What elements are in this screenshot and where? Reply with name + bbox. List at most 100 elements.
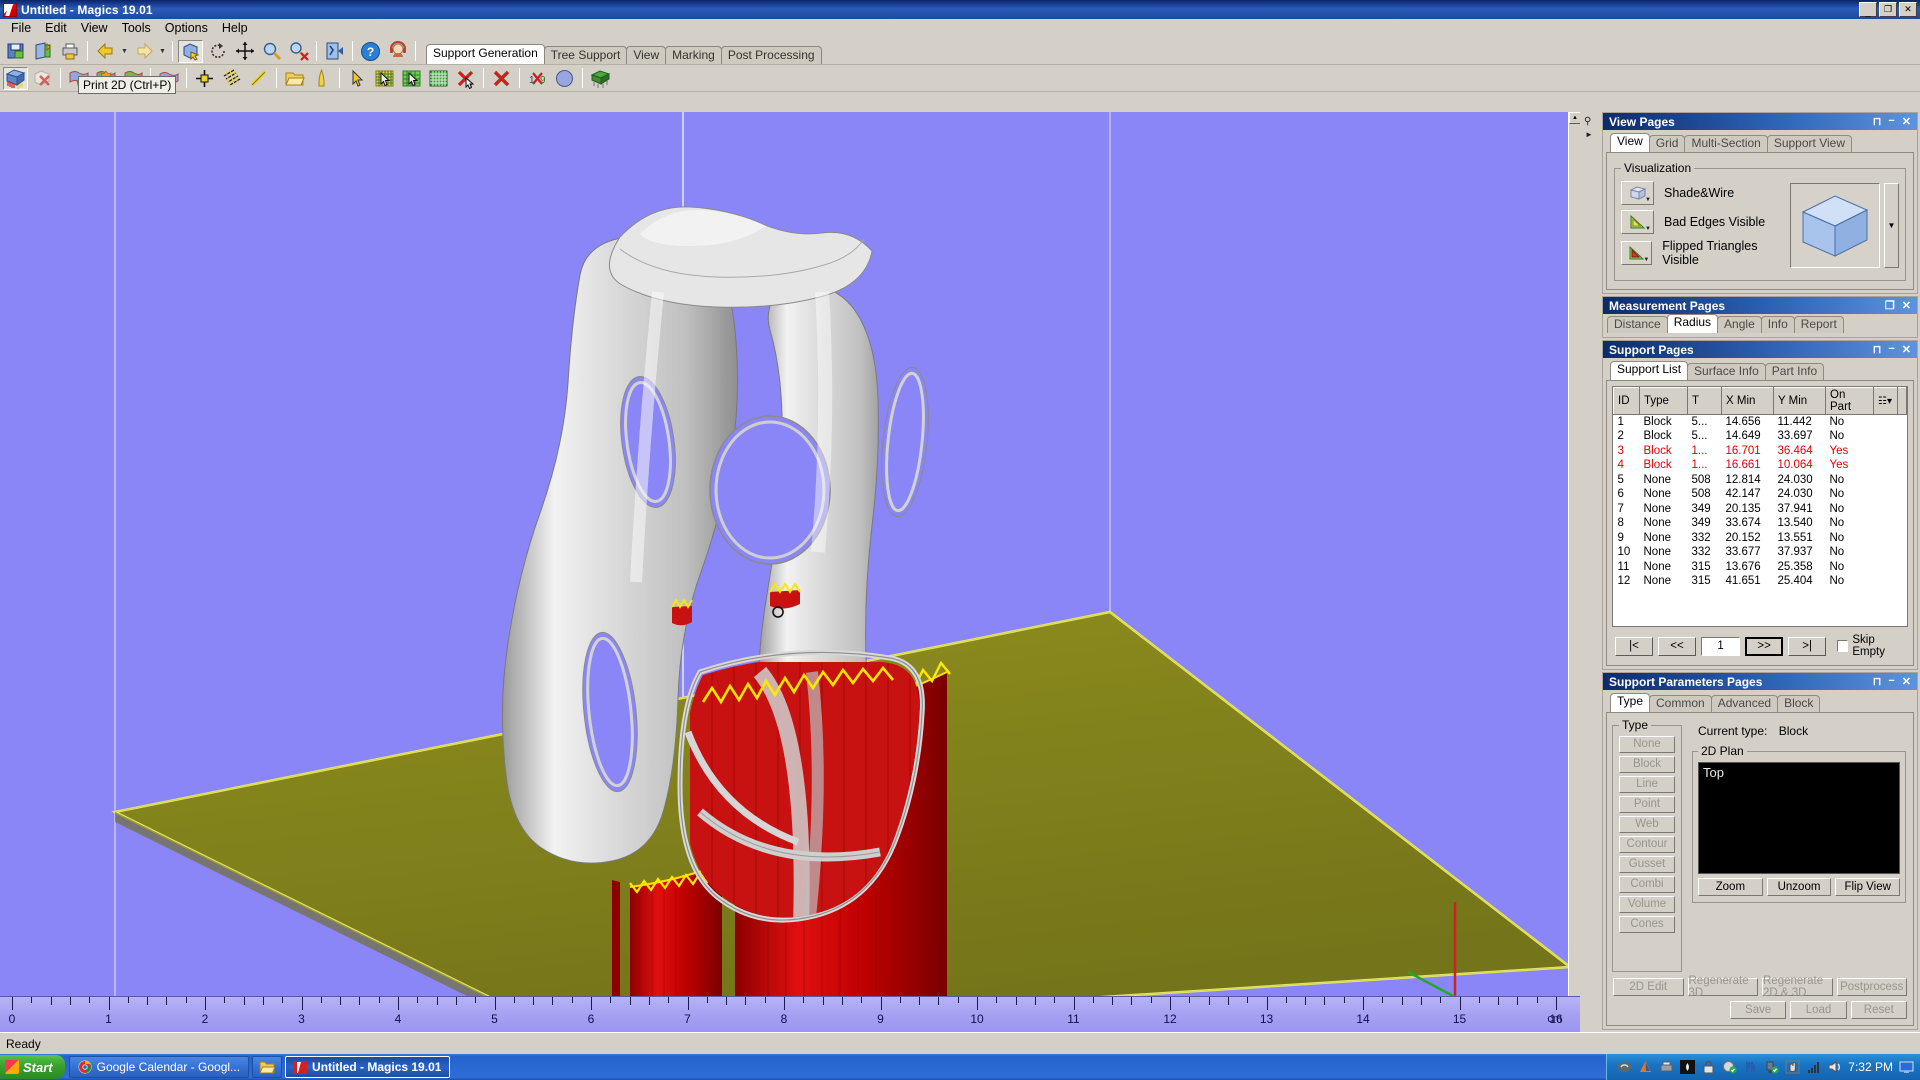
view-pages-close-icon[interactable]: ✕: [1902, 115, 1911, 128]
grid-icon[interactable]: [426, 67, 451, 90]
restore-button[interactable]: ❐: [1879, 2, 1897, 17]
avast-icon[interactable]: [1638, 1060, 1653, 1075]
measurement-pages-restore-icon[interactable]: ❐: [1885, 299, 1895, 312]
tab-part-info[interactable]: Part Info: [1764, 363, 1825, 380]
type-button-none[interactable]: None: [1619, 736, 1675, 753]
flipped-triangles-row[interactable]: ▼ Flipped Triangles Visible: [1621, 239, 1790, 267]
reset-button[interactable]: Reset: [1850, 1001, 1907, 1019]
sphere-shade-icon[interactable]: [552, 67, 577, 90]
viewport-scrollbar-vertical[interactable]: ▲: [1568, 112, 1580, 1032]
delete-all-icon[interactable]: [489, 67, 514, 90]
taskbar-item-chrome[interactable]: Google Calendar - Googl...: [68, 1056, 250, 1078]
tab-info[interactable]: Info: [1760, 316, 1795, 333]
taskbar-clock[interactable]: 7:32 PM: [1848, 1060, 1893, 1074]
table-row[interactable]: 5 None 508 12.814 24.030 No: [1614, 473, 1907, 488]
column-header-t[interactable]: T: [1687, 387, 1722, 415]
plan-2d-canvas[interactable]: Top: [1698, 762, 1900, 874]
type-button-volume[interactable]: Volume: [1619, 896, 1675, 913]
regenerate-3d-button[interactable]: Regenerate 3D: [1687, 975, 1758, 999]
unzoom-button[interactable]: Unzoom: [1766, 878, 1832, 896]
invert-selection-icon[interactable]: 19: [525, 67, 550, 90]
redo-dropdown-icon[interactable]: ▼: [157, 40, 168, 63]
support-parameters-minimize-icon[interactable]: −: [1888, 675, 1894, 688]
tab-distance[interactable]: Distance: [1607, 316, 1668, 333]
start-button[interactable]: Start: [0, 1055, 65, 1079]
pointer-select-icon[interactable]: [345, 67, 370, 90]
tab-support-generation[interactable]: Support Generation: [426, 44, 545, 64]
menu-item-help[interactable]: Help: [215, 19, 255, 37]
first-page-button[interactable]: |<: [1615, 636, 1653, 656]
add-point-icon[interactable]: [192, 67, 217, 90]
table-row[interactable]: 10 None 332 33.677 37.937 No: [1614, 545, 1907, 560]
column-header-extra-6[interactable]: ☷▾: [1873, 387, 1898, 415]
prev-page-button[interactable]: <<: [1658, 636, 1696, 656]
tab-tree-support[interactable]: Tree Support: [543, 46, 628, 64]
support-list-table-wrapper[interactable]: ID Type T X Min Y Min On Part ☷▾ 1 Block 5... 14.…: [1612, 386, 1908, 627]
table-row[interactable]: 11 None 315 13.676 25.358 No: [1614, 560, 1907, 575]
support-contact-icon[interactable]: [385, 40, 410, 63]
type-button-cones[interactable]: Cones: [1619, 916, 1675, 933]
flipped-triangles-dropdown-icon[interactable]: ▼: [1643, 257, 1649, 263]
skip-empty-checkbox[interactable]: [1837, 640, 1849, 652]
menu-item-edit[interactable]: Edit: [38, 19, 74, 37]
table-row[interactable]: 6 None 508 42.147 24.030 No: [1614, 487, 1907, 502]
column-header-type[interactable]: Type: [1639, 387, 1688, 415]
table-row[interactable]: 4 Block 1... 16.661 10.064 Yes: [1614, 458, 1907, 473]
column-header-id[interactable]: ID: [1613, 387, 1640, 415]
tab-type[interactable]: Type: [1610, 693, 1651, 712]
table-row[interactable]: 12 None 315 41.651 25.404 No: [1614, 574, 1907, 589]
skip-empty-row[interactable]: Skip Empty: [1837, 634, 1906, 658]
lock-icon[interactable]: [1701, 1060, 1716, 1075]
tab-advanced[interactable]: Advanced: [1710, 695, 1779, 712]
generate-support-icon[interactable]: [3, 66, 28, 90]
table-row[interactable]: 7 None 349 20.135 37.941 No: [1614, 502, 1907, 517]
tab-support-list[interactable]: Support List: [1610, 361, 1689, 380]
select-grid-partial-icon[interactable]: [372, 67, 397, 90]
line-icon[interactable]: [246, 67, 271, 90]
preview-dropdown-scroll[interactable]: ▼: [1884, 183, 1899, 268]
support-parameters-pin-icon[interactable]: ⊓: [1873, 675, 1882, 688]
last-page-button[interactable]: >|: [1788, 636, 1827, 656]
type-button-combi[interactable]: Combi: [1619, 876, 1675, 893]
delete-grid-icon[interactable]: [453, 67, 478, 90]
update-icon[interactable]: [1722, 1060, 1737, 1075]
taskbar-item-magics[interactable]: Untitled - Magics 19.01: [285, 1056, 451, 1078]
type-button-contour[interactable]: Contour: [1619, 836, 1675, 853]
type-button-web[interactable]: Web: [1619, 816, 1675, 833]
minimize-button[interactable]: _: [1859, 2, 1877, 17]
bad-edges-dropdown-icon[interactable]: ▼: [1645, 226, 1651, 232]
preview-dropdown-icon[interactable]: ▼: [1888, 221, 1896, 230]
help-icon[interactable]: ?: [358, 40, 383, 63]
select-part-icon[interactable]: [178, 39, 203, 63]
shade-wire-row[interactable]: ▼ Shade&Wire: [1621, 181, 1790, 205]
tab-multi-section[interactable]: Multi-Section: [1684, 135, 1768, 152]
flip-view-button[interactable]: Flip View: [1835, 878, 1901, 896]
open-support-icon[interactable]: [282, 67, 307, 90]
2d-edit-button[interactable]: 2D Edit: [1613, 978, 1684, 996]
table-row[interactable]: 8 None 349 33.674 13.540 No: [1614, 516, 1907, 531]
next-page-button[interactable]: >>: [1745, 636, 1784, 656]
nvidia-icon[interactable]: [1617, 1060, 1632, 1075]
type-button-line[interactable]: Line: [1619, 776, 1675, 793]
flipped-triangles-icon[interactable]: ▼: [1621, 241, 1653, 265]
menu-item-tools[interactable]: Tools: [115, 19, 158, 37]
redo-icon[interactable]: [131, 40, 156, 63]
tab-surface-info[interactable]: Surface Info: [1687, 363, 1766, 380]
tab-radius[interactable]: Radius: [1666, 314, 1719, 333]
zoom-button[interactable]: Zoom: [1698, 878, 1763, 896]
dropbox-icon[interactable]: [1680, 1060, 1696, 1075]
tab-post-processing[interactable]: Post Processing: [720, 46, 822, 64]
save-button[interactable]: Save: [1730, 1001, 1787, 1019]
table-row[interactable]: 2 Block 5... 14.649 33.697 No: [1614, 429, 1907, 444]
column-header-x-min[interactable]: X Min: [1721, 387, 1774, 415]
zoom-reset-icon[interactable]: [286, 40, 311, 63]
tab-support-view[interactable]: Support View: [1766, 135, 1852, 152]
view-pages-minimize-icon[interactable]: −: [1888, 115, 1894, 128]
delete-support-icon[interactable]: [30, 67, 55, 90]
close-button[interactable]: ✕: [1899, 2, 1917, 17]
type-button-gusset[interactable]: Gusset: [1619, 856, 1675, 873]
rotate-view-icon[interactable]: [205, 40, 230, 63]
support-pages-close-icon[interactable]: ✕: [1902, 343, 1911, 356]
run-icon[interactable]: [322, 40, 347, 63]
postprocess-button[interactable]: Postprocess: [1836, 978, 1907, 996]
